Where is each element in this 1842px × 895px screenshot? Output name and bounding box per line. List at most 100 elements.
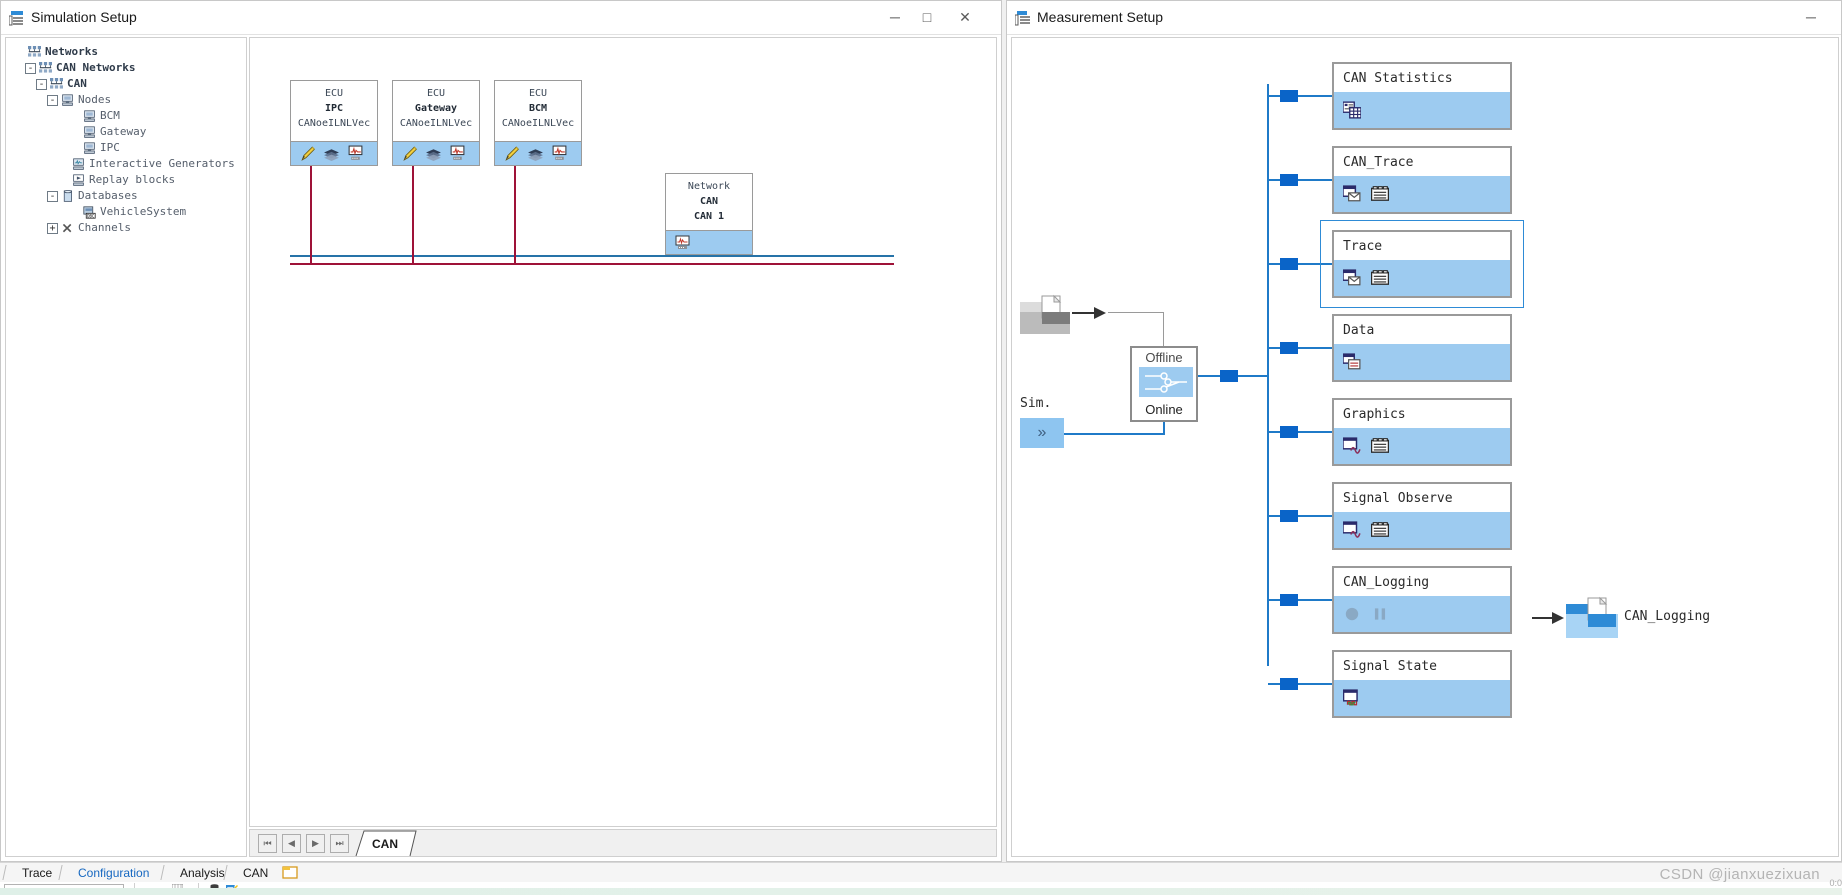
connector-square-data[interactable] <box>1280 342 1298 354</box>
nav-first-button[interactable]: ⏮ <box>258 834 277 853</box>
dbc-icon[interactable]: DBC <box>83 205 96 219</box>
log-file-icon[interactable] <box>1020 292 1070 336</box>
tree-item-can-networks[interactable]: - CAN Networks <box>14 60 246 76</box>
list-window-icon[interactable] <box>1371 521 1389 539</box>
connector-square-can-logging[interactable] <box>1280 594 1298 606</box>
node-icon[interactable] <box>61 93 74 107</box>
sim-source-button[interactable]: » <box>1020 418 1064 448</box>
tree-item-networks[interactable]: Networks <box>14 44 246 60</box>
bus-monitor-icon[interactable] <box>347 145 364 162</box>
bottom-tab-configuration[interactable]: Configuration <box>68 864 159 883</box>
nav-next-button[interactable]: ▶ <box>306 834 325 853</box>
connector-square-signal-state[interactable] <box>1280 678 1298 690</box>
pencil-icon[interactable] <box>299 145 316 162</box>
replay-icon[interactable] <box>72 173 85 187</box>
bus-monitor-icon[interactable] <box>449 145 466 162</box>
close-button[interactable]: ✕ <box>949 1 981 33</box>
networks-icon[interactable] <box>50 77 63 91</box>
new-page-icon[interactable] <box>280 865 302 880</box>
tree-expander[interactable]: - <box>25 62 36 74</box>
channels-icon[interactable] <box>61 222 74 235</box>
bus-monitor-icon[interactable] <box>551 145 568 162</box>
bottom-tab-trace[interactable]: Trace <box>12 864 62 883</box>
record-icon[interactable] <box>1343 605 1361 623</box>
layers-icon[interactable] <box>527 145 544 162</box>
measurement-block-graphics[interactable]: Graphics <box>1332 398 1512 466</box>
branch-wire <box>1268 179 1280 181</box>
measurement-block-can-trace[interactable]: CAN_Trace <box>1332 146 1512 214</box>
window-mail-icon[interactable] <box>1343 269 1361 287</box>
nav-last-button[interactable]: ⏭ <box>330 834 349 853</box>
tree-item-replay-blocks[interactable]: Replay blocks <box>14 172 246 188</box>
connector-square-trace[interactable] <box>1280 258 1298 270</box>
tree-item-ipc[interactable]: IPC <box>14 140 246 156</box>
node-icon[interactable] <box>83 141 96 155</box>
statistics-icon[interactable] <box>1343 101 1361 119</box>
measurement-block-can-statistics[interactable]: CAN Statistics <box>1332 62 1512 130</box>
simulation-diagram-canvas[interactable]: ECU IPC CANoeILNLVec ECU Gateway CANoeILNLVec… <box>249 37 997 827</box>
node-icon[interactable] <box>83 125 96 139</box>
tree-expander[interactable]: + <box>47 222 58 234</box>
tree-item-can[interactable]: - CAN <box>14 76 246 92</box>
tree-expander[interactable]: - <box>47 94 58 106</box>
tree-expander[interactable]: - <box>47 190 58 202</box>
ecu-node-bcm[interactable]: ECU BCM CANoeILNLVec <box>494 80 582 166</box>
measurement-block-signal-state[interactable]: Signal State <box>1332 650 1512 718</box>
measurement-block-signal-observe[interactable]: Signal Observe <box>1332 482 1512 550</box>
graph-window-icon[interactable] <box>1343 437 1361 455</box>
data-window-icon[interactable] <box>1343 353 1361 371</box>
log-file-icon[interactable] <box>1566 596 1618 640</box>
new-tab-button[interactable] <box>280 865 302 880</box>
pencil-icon[interactable] <box>503 145 520 162</box>
tree-item-nodes[interactable]: - Nodes <box>14 92 246 108</box>
connector-square-can-trace[interactable] <box>1280 174 1298 186</box>
offline-online-switch[interactable]: Offline Online <box>1130 346 1198 422</box>
pause-icon[interactable] <box>1371 605 1389 623</box>
network-node-can[interactable]: Network CAN CAN 1 <box>665 173 753 255</box>
graph-window-icon[interactable] <box>1343 521 1361 539</box>
bottom-tab-can[interactable]: CAN <box>233 864 278 883</box>
measurement-diagram-canvas[interactable]: Sim. » Offline Online CAN Statistics CAN… <box>1011 37 1839 857</box>
switch-offline-label[interactable]: Offline <box>1132 349 1196 367</box>
generator-icon[interactable] <box>72 157 85 171</box>
database-icon[interactable] <box>61 189 74 203</box>
layers-icon[interactable] <box>323 145 340 162</box>
flow-arrow-icon <box>1072 307 1106 319</box>
tree-item-vehiclesystem[interactable]: DBC VehicleSystem <box>14 204 246 220</box>
layers-icon[interactable] <box>425 145 442 162</box>
ecu-node-ipc[interactable]: ECU IPC CANoeILNLVec <box>290 80 378 166</box>
tree-item-databases[interactable]: - Databases <box>14 188 246 204</box>
connector-square-signal-observe[interactable] <box>1280 510 1298 522</box>
list-window-icon[interactable] <box>1371 269 1389 287</box>
network-tree-pane[interactable]: Networks - CAN Networks - CAN - Nodes BCM Gatewa… <box>5 37 247 857</box>
minimize-button[interactable]: ─ <box>1795 1 1827 33</box>
toggle-switch-icon <box>1139 367 1193 397</box>
tree-expander[interactable]: - <box>36 78 47 90</box>
tree-item-interactive-generators[interactable]: Interactive Generators <box>14 156 246 172</box>
maximize-button[interactable]: □ <box>911 1 943 33</box>
window-mail-icon[interactable] <box>1343 185 1361 203</box>
networks-icon[interactable] <box>39 61 52 75</box>
tree-item-gateway[interactable]: Gateway <box>14 124 246 140</box>
tree-item-channels[interactable]: + Channels <box>14 220 246 236</box>
connector-square-can-statistics[interactable] <box>1280 90 1298 102</box>
signal-state-icon[interactable] <box>1343 689 1361 707</box>
networks-icon[interactable] <box>28 45 41 59</box>
minimize-button[interactable]: ─ <box>879 1 911 33</box>
nav-prev-button[interactable]: ◀ <box>282 834 301 853</box>
measurement-block-trace[interactable]: Trace <box>1332 230 1512 298</box>
list-window-icon[interactable] <box>1371 437 1389 455</box>
sheet-tab-can[interactable]: CAN <box>358 832 410 856</box>
bus-monitor-icon[interactable] <box>674 235 691 251</box>
measurement-block-data[interactable]: Data <box>1332 314 1512 382</box>
main-connector-square[interactable] <box>1220 370 1238 382</box>
list-window-icon[interactable] <box>1371 185 1389 203</box>
measurement-block-can-logging[interactable]: CAN_Logging <box>1332 566 1512 634</box>
tree-item-bcm[interactable]: BCM <box>14 108 246 124</box>
pencil-icon[interactable] <box>401 145 418 162</box>
connector-square-graphics[interactable] <box>1280 426 1298 438</box>
node-icon[interactable] <box>83 109 96 123</box>
bus-line-high <box>290 255 894 257</box>
ecu-node-gateway[interactable]: ECU Gateway CANoeILNLVec <box>392 80 480 166</box>
switch-online-label[interactable]: Online <box>1132 401 1196 419</box>
